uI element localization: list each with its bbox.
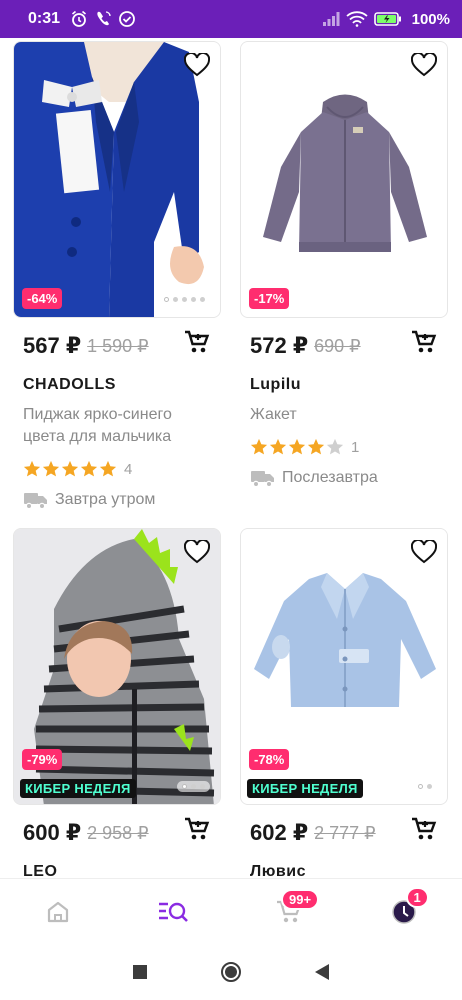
current-price: 572 ₽ [250,333,309,358]
system-navigation-bar [0,944,462,1000]
favorite-heart-icon[interactable] [409,50,439,80]
star-icon [250,438,268,455]
product-card[interactable]: -79% КИБЕР НЕДЕЛЯ 600 ₽ 2 958 ₽ LEO [13,528,221,878]
battery-icon [373,10,402,28]
old-price: 1 590 ₽ [87,335,149,356]
product-image[interactable]: -64% [13,41,221,318]
delivery-text: Послезавтра [282,469,378,486]
tab-catalog-search[interactable] [116,879,232,944]
brand-name: LEO [23,863,58,878]
home-icon [47,901,68,922]
delivery-text: Завтра утром [55,491,156,508]
brand-name: Лювис [250,863,306,878]
truck-icon [251,471,274,488]
star-icon [288,438,306,455]
wifi-icon [346,10,368,28]
alarm-icon [70,10,88,28]
product-image[interactable]: -79% КИБЕР НЕДЕЛЯ [13,528,221,805]
current-price: 602 ₽ [250,820,309,845]
price-row: 602 ₽ 2 777 ₽ [240,805,448,861]
star-icon [23,460,41,477]
image-pager-dots [177,781,210,792]
rating: 1 [240,436,448,458]
cart-count-badge: 99+ [281,889,320,910]
star-icon [42,460,60,477]
product-description: Жакет [250,406,297,423]
status-bar: 0:31 100% [0,0,462,38]
review-count: 1 [351,438,360,456]
old-price: 2 777 ₽ [314,822,376,843]
favorite-heart-icon[interactable] [182,537,212,567]
brand-name: Lupilu [250,376,301,393]
discount-badge: -17% [249,288,290,309]
bottom-navigation: 99+ 1 [0,878,462,944]
old-price: 2 958 ₽ [87,822,149,843]
add-to-cart-icon[interactable] [410,815,438,843]
star-icon [80,460,98,477]
product-card[interactable]: -64% 567 ₽ 1 590 ₽ CHADOLLS Пиджак ярко-… [13,41,221,510]
product-description: Пиджак ярко-синего цвета для мальчика [23,406,172,445]
product-card[interactable]: -17% 572 ₽ 690 ₽ Lupilu Жакет 1 Послезав… [240,41,448,488]
star-icon [307,438,325,455]
cyber-week-badge: КИБЕР НЕДЕЛЯ [20,779,136,798]
product-image[interactable]: -78% КИБЕР НЕДЕЛЯ [240,528,448,805]
recent-apps-icon[interactable] [132,964,148,980]
product-image[interactable]: -17% [240,41,448,318]
star-empty-icon [326,438,344,455]
image-pager-dots [159,294,210,305]
price-row: 567 ₽ 1 590 ₽ [13,318,221,374]
price-row: 600 ₽ 2 958 ₽ [13,805,221,861]
add-to-cart-icon[interactable] [410,328,438,356]
brand-name: CHADOLLS [23,376,116,393]
product-feed[interactable]: -64% 567 ₽ 1 590 ₽ CHADOLLS Пиджак ярко-… [0,38,462,878]
rating: 4 [13,458,221,480]
home-button-icon[interactable] [220,961,242,983]
cyber-week-badge: КИБЕР НЕДЕЛЯ [247,779,363,798]
review-count: 4 [124,460,133,478]
delivery-info: Послезавтра [240,468,448,488]
star-icon [269,438,287,455]
signal-icon [322,10,340,28]
star-icon [61,460,79,477]
favorite-heart-icon[interactable] [409,537,439,567]
battery-percent: 100% [411,10,450,28]
truck-icon [24,493,47,510]
current-price: 600 ₽ [23,820,82,845]
favorite-heart-icon[interactable] [182,50,212,80]
tab-profile[interactable]: 1 [347,879,462,944]
tab-home[interactable] [0,879,116,944]
blue-blazer-photo [14,42,220,317]
status-time: 0:31 [28,10,61,27]
add-to-cart-icon[interactable] [183,328,211,356]
add-to-cart-icon[interactable] [183,815,211,843]
back-icon[interactable] [314,963,330,981]
wifi-call-icon [94,10,112,28]
tab-cart[interactable]: 99+ [231,879,347,944]
delivery-info: Завтра утром [13,490,221,510]
catalog-search-icon [159,902,189,922]
discount-badge: -64% [22,288,63,309]
purple-jacket-photo [241,42,447,317]
old-price: 690 ₽ [314,335,361,356]
current-price: 567 ₽ [23,333,82,358]
discount-badge: -79% [22,749,63,770]
price-row: 572 ₽ 690 ₽ [240,318,448,374]
discount-badge: -78% [249,749,290,770]
profile-notification-badge: 1 [405,887,429,908]
image-pager-dots [413,781,437,792]
star-icon [99,460,117,477]
sync-check-icon [118,10,136,28]
product-card[interactable]: -78% КИБЕР НЕДЕЛЯ 602 ₽ 2 777 ₽ Лювис [240,528,448,878]
